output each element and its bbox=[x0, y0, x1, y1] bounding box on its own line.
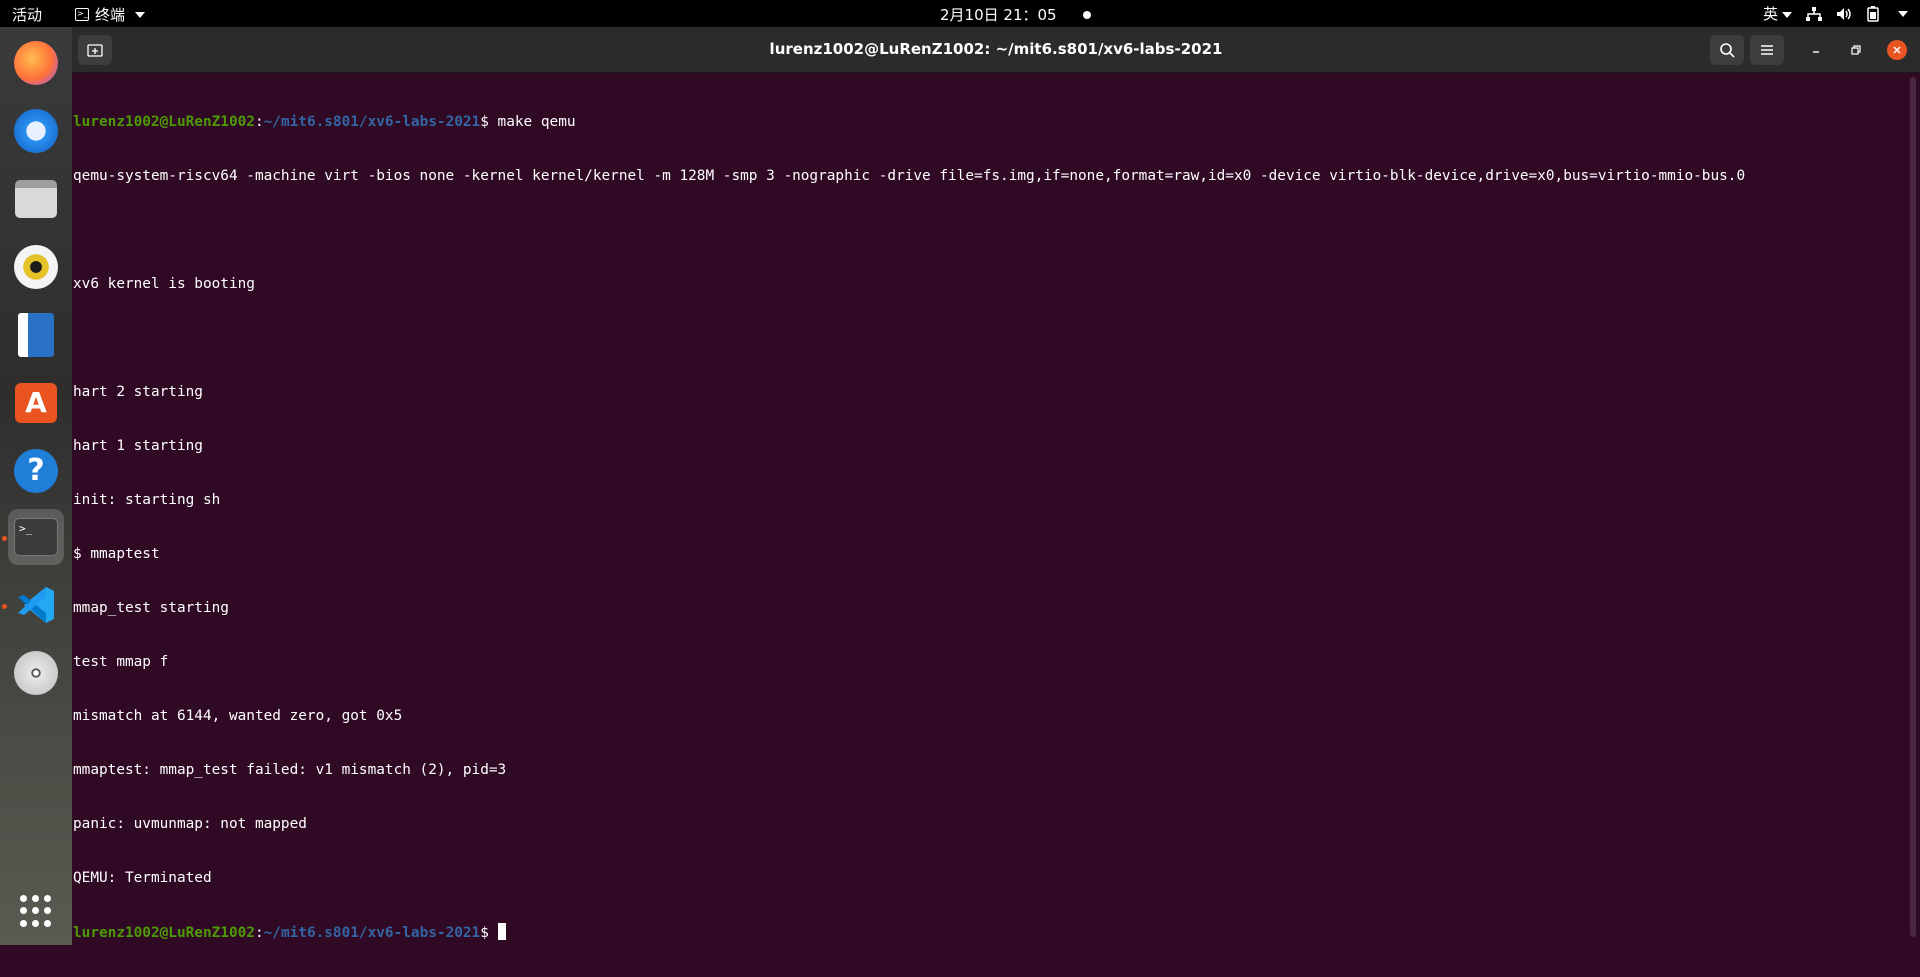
close-icon bbox=[1893, 46, 1901, 54]
prompt-path: ~/mit6.s801/xv6-labs-2021 bbox=[263, 114, 481, 130]
terminal-icon: >_ bbox=[14, 518, 58, 556]
dock-firefox[interactable] bbox=[8, 35, 64, 91]
scrollbar[interactable] bbox=[1910, 77, 1916, 937]
dock-rhythmbox[interactable] bbox=[8, 239, 64, 295]
output-line: init: starting sh bbox=[73, 492, 221, 508]
output-line: QEMU: Terminated bbox=[73, 870, 212, 886]
chevron-down-icon bbox=[1782, 11, 1792, 18]
final-prompt-line: lurenz1002@LuRenZ1002:~/mit6.s801/xv6-la… bbox=[73, 923, 1904, 941]
output-line: xv6 kernel is booting bbox=[73, 276, 255, 292]
dvd-icon bbox=[14, 651, 58, 695]
output-line: qemu-system-riscv64 -machine virt -bios … bbox=[73, 168, 1746, 184]
terminal-window: lurenz1002@LuRenZ1002: ~/mit6.s801/xv6-l… bbox=[72, 27, 1920, 945]
output-line: hart 2 starting bbox=[73, 384, 203, 400]
thunderbird-icon bbox=[14, 109, 58, 153]
input-method-indicator[interactable]: 英 bbox=[1763, 3, 1792, 24]
output-line: mismatch at 6144, wanted zero, got 0x5 bbox=[73, 708, 403, 724]
window-title: lurenz1002@LuRenZ1002: ~/mit6.s801/xv6-l… bbox=[769, 40, 1223, 58]
dock-ubuntu-software[interactable]: A bbox=[8, 375, 64, 431]
prompt-user: lurenz1002@LuRenZ1002 bbox=[73, 925, 255, 941]
dock-help[interactable]: ? bbox=[8, 443, 64, 499]
terminal-mini-icon: >_ bbox=[75, 8, 89, 21]
activities-button[interactable]: 活动 bbox=[12, 4, 42, 25]
app-menu-label: 终端 bbox=[95, 6, 126, 24]
title-bar[interactable]: lurenz1002@LuRenZ1002: ~/mit6.s801/xv6-l… bbox=[72, 27, 1920, 73]
minimize-icon bbox=[1813, 51, 1819, 53]
show-applications-button[interactable] bbox=[20, 895, 52, 927]
dock-dvd[interactable] bbox=[8, 645, 64, 701]
output-line: $ mmaptest bbox=[73, 546, 160, 562]
clock-label: 2月10日 21：05 bbox=[940, 6, 1057, 24]
output-line: hart 1 starting bbox=[73, 438, 203, 454]
search-icon bbox=[1720, 43, 1735, 58]
output-line: mmaptest: mmap_test failed: v1 mismatch … bbox=[73, 762, 507, 778]
search-button[interactable] bbox=[1710, 35, 1744, 65]
help-icon: ? bbox=[14, 449, 58, 493]
app-menu[interactable]: >_ 终端 bbox=[75, 4, 146, 25]
output-line: test mmap f bbox=[73, 654, 169, 670]
system-menu-chevron-icon[interactable] bbox=[1898, 10, 1908, 17]
dock-files[interactable] bbox=[8, 171, 64, 227]
command-text: $ make qemu bbox=[480, 114, 576, 130]
firefox-icon bbox=[14, 41, 58, 85]
vscode-icon bbox=[18, 587, 54, 623]
volume-icon[interactable] bbox=[1836, 7, 1852, 21]
prompt-path: ~/mit6.s801/xv6-labs-2021 bbox=[263, 925, 481, 941]
output-line: mmap_test starting bbox=[73, 600, 229, 616]
battery-icon[interactable] bbox=[1866, 5, 1880, 22]
clock[interactable]: 2月10日 21：05 bbox=[940, 4, 1091, 25]
terminal-running-indicator bbox=[2, 536, 7, 541]
terminal-output[interactable]: lurenz1002@LuRenZ1002:~/mit6.s801/xv6-la… bbox=[72, 74, 1904, 945]
dock-terminal[interactable]: >_ bbox=[8, 509, 64, 565]
rhythmbox-icon bbox=[14, 245, 58, 289]
system-tray[interactable]: 英 bbox=[1763, 3, 1908, 24]
dock: A ? >_ bbox=[0, 27, 72, 945]
libreoffice-writer-icon bbox=[18, 313, 54, 357]
notification-dot-icon bbox=[1082, 10, 1091, 19]
text-cursor bbox=[497, 923, 506, 940]
maximize-button[interactable] bbox=[1846, 40, 1866, 60]
menu-button[interactable] bbox=[1750, 35, 1784, 65]
dock-thunderbird[interactable] bbox=[8, 103, 64, 159]
prompt-user: lurenz1002@LuRenZ1002 bbox=[73, 114, 255, 130]
dock-vscode[interactable] bbox=[8, 577, 64, 633]
output-line: panic: uvmunmap: not mapped bbox=[73, 816, 307, 832]
vscode-running-indicator bbox=[2, 604, 7, 609]
network-icon[interactable] bbox=[1806, 6, 1822, 21]
prompt-line: lurenz1002@LuRenZ1002:~/mit6.s801/xv6-la… bbox=[73, 114, 576, 130]
prompt-suffix: $ bbox=[480, 925, 498, 941]
minimize-button[interactable] bbox=[1806, 40, 1826, 60]
hamburger-menu-icon bbox=[1761, 45, 1773, 55]
dock-libreoffice-writer[interactable] bbox=[8, 307, 64, 363]
close-button[interactable] bbox=[1887, 40, 1907, 60]
ubuntu-software-icon: A bbox=[15, 383, 57, 423]
restore-icon bbox=[1851, 45, 1861, 55]
top-bar: 活动 >_ 终端 2月10日 21：05 英 bbox=[0, 0, 1920, 27]
chevron-down-icon bbox=[135, 11, 146, 18]
files-icon bbox=[15, 180, 57, 218]
